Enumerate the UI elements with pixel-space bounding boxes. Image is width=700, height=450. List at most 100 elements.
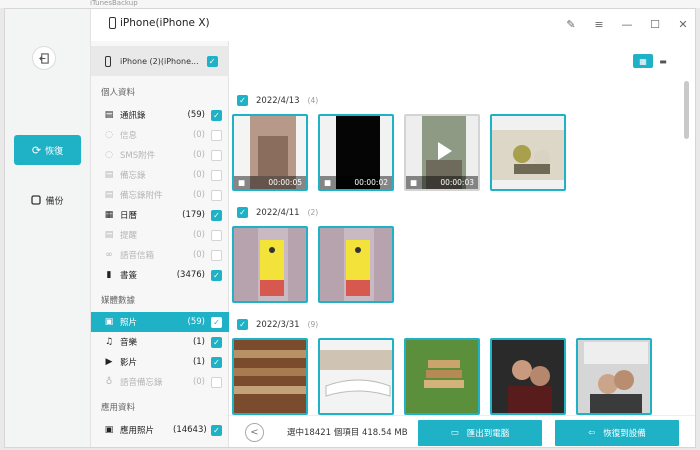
category-checkbox[interactable] [211, 169, 222, 181]
bookmark-icon: ▮ [106, 270, 112, 280]
photo-thumbnail[interactable] [404, 338, 480, 415]
category-count: (0) [192, 230, 205, 240]
category-row[interactable]: ▶ 影片 (1) ✓ [91, 352, 229, 372]
grid-view-icon[interactable]: ▦ [633, 54, 653, 68]
category-row[interactable]: ▤ 提醒 (0) [91, 225, 229, 245]
section-app: 應用資料 [101, 403, 136, 413]
back-button[interactable] [32, 46, 56, 70]
category-row[interactable]: ▣ 應用照片 (14643) ✓ [91, 420, 229, 440]
photo-thumbnail[interactable] [490, 114, 566, 191]
category-row[interactable]: ◌ SMS附件 (0) [91, 145, 229, 165]
restore-to-device-button[interactable]: ⇦ 恢復到設備 [555, 420, 679, 446]
window-title-text: iPhone(iPhone X) [120, 17, 210, 29]
photo-thumbnail[interactable]: ■ 00:00:03 [404, 114, 480, 191]
category-label: 應用照片 [120, 426, 155, 436]
category-row[interactable]: ▣ 照片 (59) ✓ [91, 312, 229, 332]
date-group-header[interactable]: ✓ 2022/4/13 (4) [237, 95, 318, 106]
export-to-pc-button[interactable]: ▭ 匯出到電腦 [418, 420, 542, 446]
photo-image [320, 228, 392, 301]
photo-image [492, 340, 564, 413]
category-row[interactable]: ▦ 日曆 (179) ✓ [91, 205, 229, 225]
date-group-header[interactable]: ✓ 2022/3/31 (9) [237, 319, 318, 330]
category-checkbox[interactable]: ✓ [211, 356, 222, 368]
background-window-text: iTunesBackup [90, 0, 138, 7]
edit-icon[interactable]: ✎ [557, 9, 585, 41]
category-checkbox[interactable] [211, 189, 222, 201]
category-row[interactable]: ▤ 備忘錄附件 (0) [91, 185, 229, 205]
group-checkbox[interactable]: ✓ [237, 207, 248, 218]
category-checkbox[interactable]: ✓ [211, 316, 222, 328]
group-checkbox[interactable]: ✓ [237, 319, 248, 330]
category-checkbox[interactable] [211, 129, 222, 141]
device-checkbox[interactable]: ✓ [206, 55, 218, 67]
section-media: 媒體數據 [101, 296, 136, 306]
category-row[interactable]: ♁ 語音備忘錄 (0) [91, 372, 229, 392]
photo-image [234, 228, 306, 301]
photo-thumbnail[interactable]: ■ 00:00:02 [318, 114, 394, 191]
category-checkbox[interactable]: ✓ [211, 269, 222, 281]
group-count: (4) [307, 96, 319, 105]
window-controls: ✎ ≡ — ☐ ✕ [557, 9, 695, 41]
group-date: 2022/4/13 [256, 95, 300, 106]
category-row[interactable]: ♫ 音樂 (1) ✓ [91, 332, 229, 352]
device-item[interactable]: iPhone (2)(iPhone... ✓ [91, 46, 229, 76]
photo-thumbnail[interactable] [318, 338, 394, 415]
category-row[interactable]: ▤ 通訊錄 (59) ✓ [91, 105, 229, 125]
close-button[interactable]: ✕ [669, 9, 695, 41]
category-checkbox[interactable] [211, 249, 222, 261]
play-icon[interactable] [433, 140, 455, 162]
sms-attachment-icon: ◌ [105, 150, 113, 160]
category-row[interactable]: ∞ 語音信箱 (0) [91, 245, 229, 265]
category-label: 備忘錄 [120, 171, 146, 181]
photo-image [406, 340, 478, 413]
photo-thumbnail[interactable]: ■ 00:00:05 [232, 114, 308, 191]
left-nav: ⟳ 恢復 備份 [5, 9, 91, 447]
category-count: (179) [182, 210, 205, 220]
photo-thumbnail[interactable] [232, 338, 308, 415]
category-checkbox[interactable] [211, 376, 222, 388]
maximize-button[interactable]: ☐ [641, 9, 669, 41]
contacts-icon: ▤ [104, 110, 114, 120]
photo-thumbnail[interactable] [576, 338, 652, 415]
minimize-button[interactable]: — [613, 9, 641, 41]
group-date: 2022/4/11 [256, 207, 300, 218]
category-checkbox[interactable] [211, 229, 222, 241]
category-row[interactable]: ◌ 信息 (0) [91, 125, 229, 145]
photo-thumbnail[interactable] [318, 226, 394, 303]
category-count: (59) [187, 110, 205, 120]
device-label: iPhone (2)(iPhone... [120, 56, 199, 66]
category-checkbox[interactable]: ✓ [211, 209, 222, 221]
group-date: 2022/3/31 [256, 319, 300, 330]
video-icon: ▶ [105, 357, 113, 367]
category-row[interactable]: ▮ 書簽 (3476) ✓ [91, 265, 229, 285]
scrollbar[interactable] [684, 81, 689, 139]
group-count: (2) [307, 208, 319, 217]
list-view-icon[interactable]: ▬ [653, 54, 673, 68]
video-camera-icon: ■ [238, 178, 246, 187]
category-count: (0) [192, 250, 205, 260]
category-count: (0) [192, 150, 205, 160]
category-checkbox[interactable]: ✓ [211, 336, 222, 348]
category-checkbox[interactable]: ✓ [211, 424, 222, 436]
category-panel: iPhone (2)(iPhone... ✓ 個人資料 媒體數據 應用資料 ▤ 通… [91, 41, 229, 447]
menu-icon[interactable]: ≡ [585, 9, 613, 41]
app-window: ⟳ 恢復 備份 iPhone(iPhone X) ✎ ≡ — ☐ ✕ iPhon… [4, 8, 696, 448]
title-bar: iPhone(iPhone X) ✎ ≡ — ☐ ✕ [91, 9, 695, 41]
category-count: (0) [192, 377, 205, 387]
category-checkbox[interactable]: ✓ [211, 109, 222, 121]
category-checkbox[interactable] [211, 149, 222, 161]
category-label: 信息 [120, 131, 138, 141]
category-label: 語音信箱 [120, 251, 155, 261]
video-duration: 00:00:03 [440, 178, 474, 187]
window-title: iPhone(iPhone X) [109, 17, 210, 29]
photo-thumbnail[interactable] [232, 226, 308, 303]
video-duration-bar: ■ 00:00:03 [406, 176, 478, 189]
group-checkbox[interactable]: ✓ [237, 95, 248, 106]
photo-thumbnail[interactable] [490, 338, 566, 415]
date-group-header[interactable]: ✓ 2022/4/11 (2) [237, 207, 318, 218]
category-row[interactable]: ▤ 備忘錄 (0) [91, 165, 229, 185]
video-camera-icon: ■ [324, 178, 332, 187]
back-arrow-button[interactable]: < [245, 423, 264, 442]
nav-backup[interactable]: 備份 [14, 185, 81, 215]
nav-restore[interactable]: ⟳ 恢復 [14, 135, 81, 165]
